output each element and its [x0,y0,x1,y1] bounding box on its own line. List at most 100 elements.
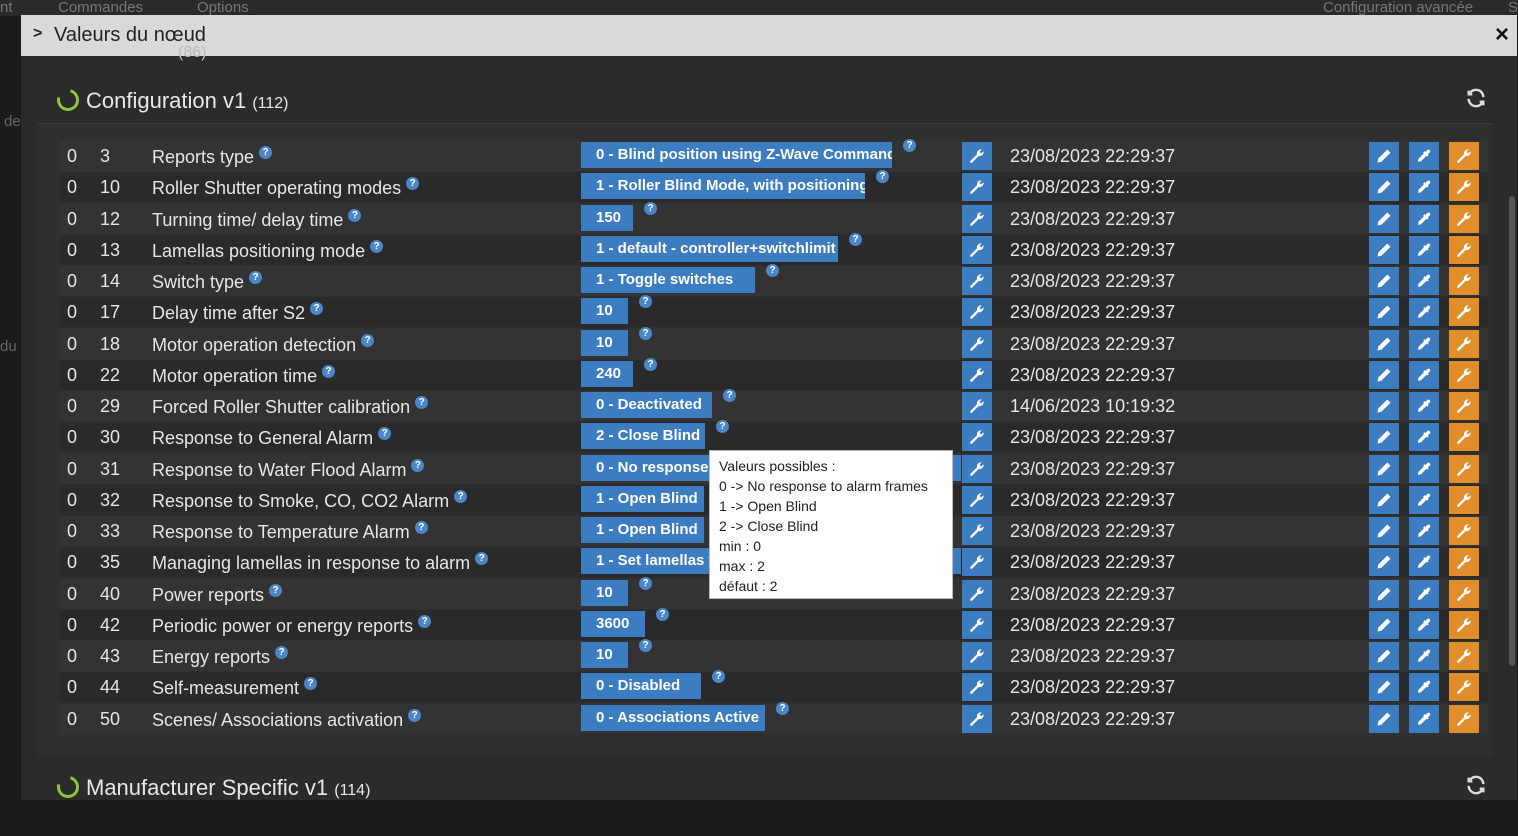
pipette-button[interactable] [1409,642,1439,670]
value-badge[interactable]: 0 - Deactivated [581,392,712,418]
settings-wrench-button[interactable] [1449,704,1479,733]
value-badge[interactable]: 240 [581,360,633,387]
pipette-button[interactable] [1409,485,1439,514]
edit-button[interactable] [1369,423,1399,452]
pipette-button[interactable] [1409,142,1439,170]
pipette-button[interactable] [1409,610,1439,639]
settings-wrench-button[interactable] [1449,267,1479,295]
value-badge[interactable]: 10 [581,298,628,325]
help-icon[interactable]: ? [322,364,336,378]
value-badge[interactable]: 1 - Toggle switches [581,267,755,293]
wrench-icon[interactable] [962,392,992,420]
edit-button[interactable] [1369,548,1399,577]
help-icon[interactable]: ? [269,583,283,597]
value-badge[interactable]: 0 - Disabled [581,673,701,700]
edit-button[interactable] [1369,360,1399,389]
pipette-button[interactable] [1409,579,1439,608]
help-icon[interactable]: ? [406,177,420,191]
help-icon[interactable]: ? [304,677,318,691]
help-icon[interactable]: ? [849,232,862,246]
wrench-icon[interactable] [962,142,992,170]
refresh-icon[interactable] [1465,87,1487,109]
wrench-icon[interactable] [962,579,992,608]
help-icon[interactable]: ? [639,326,652,340]
pipette-button[interactable] [1409,173,1439,202]
edit-button[interactable] [1369,642,1399,670]
edit-button[interactable] [1369,298,1399,327]
edit-button[interactable] [1369,579,1399,608]
wrench-icon[interactable] [962,298,992,327]
edit-button[interactable] [1369,267,1399,295]
wrench-icon[interactable] [962,235,992,264]
help-icon[interactable]: ? [639,576,652,590]
value-badge[interactable]: 10 [581,579,628,606]
wrench-icon[interactable] [962,485,992,514]
help-icon[interactable]: ? [418,614,432,628]
pipette-button[interactable] [1409,704,1439,733]
wrench-icon[interactable] [962,204,992,233]
pipette-button[interactable] [1409,329,1439,358]
edit-button[interactable] [1369,673,1399,702]
value-badge[interactable]: 3600 [581,610,645,637]
help-icon[interactable]: ? [876,170,889,184]
pipette-button[interactable] [1409,235,1439,264]
help-icon[interactable]: ? [644,201,657,215]
wrench-icon[interactable] [962,454,992,483]
edit-button[interactable] [1369,235,1399,264]
edit-button[interactable] [1369,329,1399,358]
modal-scrollbar[interactable] [1507,56,1517,800]
value-badge[interactable]: 0 - Blind position using Z-Wave Command [581,142,892,168]
value-badge[interactable]: 1 - default - controller+switchlimit [581,235,838,262]
edit-button[interactable] [1369,204,1399,233]
settings-wrench-button[interactable] [1449,298,1479,327]
help-icon[interactable]: ? [310,302,324,316]
help-icon[interactable]: ? [275,646,289,659]
help-icon[interactable]: ? [348,208,362,222]
help-icon[interactable]: ? [766,264,779,277]
settings-wrench-button[interactable] [1449,235,1479,264]
value-badge[interactable]: 2 - Close Blind [581,423,705,450]
wrench-icon[interactable] [962,548,992,577]
settings-wrench-button[interactable] [1449,423,1479,452]
help-icon[interactable]: ? [644,357,657,371]
help-icon[interactable]: ? [716,420,729,434]
refresh-icon[interactable] [1465,774,1487,796]
wrench-icon[interactable] [962,673,992,702]
value-badge[interactable]: 10 [581,329,628,356]
value-badge[interactable]: 10 [581,642,628,668]
settings-wrench-button[interactable] [1449,454,1479,483]
pipette-button[interactable] [1409,673,1439,702]
value-badge[interactable]: 1 - Roller Blind Mode, with positioning [581,173,865,200]
settings-wrench-button[interactable] [1449,517,1479,545]
help-icon[interactable]: ? [723,389,736,402]
wrench-icon[interactable] [962,329,992,358]
edit-button[interactable] [1369,142,1399,170]
settings-wrench-button[interactable] [1449,579,1479,608]
settings-wrench-button[interactable] [1449,329,1479,358]
edit-button[interactable] [1369,704,1399,733]
edit-button[interactable] [1369,392,1399,420]
wrench-icon[interactable] [962,360,992,389]
settings-wrench-button[interactable] [1449,642,1479,670]
help-icon[interactable]: ? [414,521,428,534]
help-icon[interactable]: ? [370,239,384,253]
edit-button[interactable] [1369,517,1399,545]
help-icon[interactable]: ? [378,427,392,441]
help-icon[interactable]: ? [259,146,273,159]
pipette-button[interactable] [1409,454,1439,483]
settings-wrench-button[interactable] [1449,485,1479,514]
edit-button[interactable] [1369,485,1399,514]
pipette-button[interactable] [1409,360,1439,389]
edit-button[interactable] [1369,173,1399,202]
help-icon[interactable]: ? [776,701,789,715]
edit-button[interactable] [1369,610,1399,639]
settings-wrench-button[interactable] [1449,173,1479,202]
pipette-button[interactable] [1409,423,1439,452]
edit-button[interactable] [1369,454,1399,483]
pipette-button[interactable] [1409,267,1439,295]
wrench-icon[interactable] [962,642,992,670]
wrench-icon[interactable] [962,610,992,639]
wrench-icon[interactable] [962,173,992,202]
help-icon[interactable]: ? [903,139,916,152]
help-icon[interactable]: ? [454,489,468,503]
